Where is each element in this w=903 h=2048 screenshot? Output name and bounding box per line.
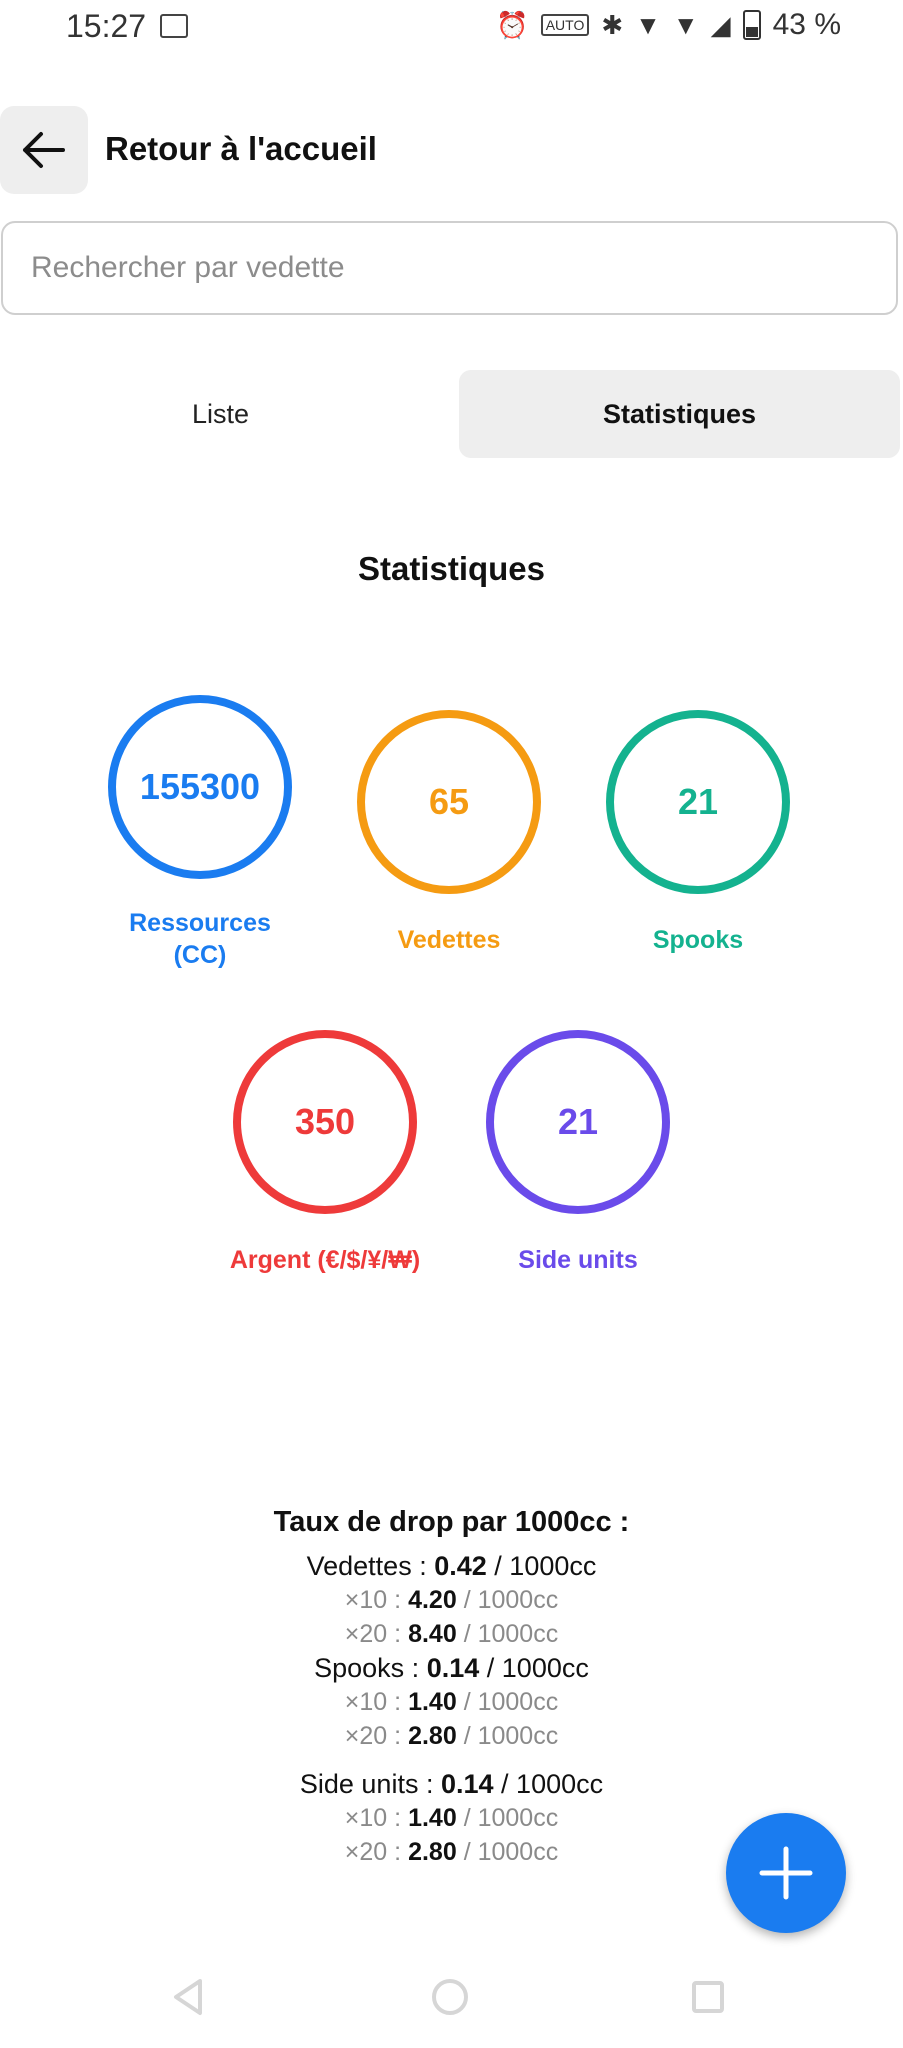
signal-icon: ◢: [710, 9, 731, 40]
bluetooth-icon: ✱: [601, 9, 624, 40]
stat-label-side-units: Side units: [518, 1246, 638, 1274]
nav-back-icon[interactable]: [168, 1975, 208, 2019]
tab-liste[interactable]: Liste: [0, 370, 441, 458]
drop-row-vedettes-x20: ×20 : 8.40 / 1000cc: [344, 1620, 559, 1648]
stat-value-side-units: 21: [557, 1101, 599, 1142]
stat-circle-side-units: 21: [486, 1030, 670, 1214]
drop-row-spooks-x20: ×20 : 2.80 / 1000cc: [344, 1722, 559, 1750]
stats-title: Statistiques: [357, 550, 546, 587]
drop-rate-side-units: 0.14: [440, 1769, 494, 1799]
stat-value-spooks: 21: [677, 781, 719, 822]
stat-value-ressources: 155300: [139, 766, 261, 807]
stat-label-argent: Argent (€/$/¥/₩): [229, 1246, 421, 1274]
header-title[interactable]: Retour à l'accueil: [105, 130, 377, 168]
drop-row-side-units: Side units : 0.14 / 1000cc: [299, 1769, 604, 1799]
stat-circle-argent: 350: [233, 1030, 417, 1214]
stat-value-vedettes: 65: [428, 781, 470, 822]
battery-percent: 43 %: [772, 8, 841, 41]
plus-icon: [759, 1846, 813, 1900]
wifi-6-secondary-icon: ▼: [672, 9, 699, 40]
stat-label-spooks: Spooks: [652, 926, 744, 954]
drop-row-spooks-x10: ×10 : 1.40 / 1000cc: [344, 1688, 559, 1716]
stat-circle-vedettes: 65: [357, 710, 541, 894]
nav-recents-icon[interactable]: [688, 1975, 728, 2019]
search-field[interactable]: [1, 221, 898, 315]
drop-rates-title: Taux de drop par 1000cc :: [273, 1506, 630, 1538]
status-icons: ⏰ AUTO ✱ ▼ ▼ ◢ 43 %: [496, 8, 841, 42]
alarm-icon: ⏰: [496, 9, 529, 40]
battery-icon: [742, 10, 761, 40]
drop-rate-vedettes: 0.42: [434, 1551, 487, 1581]
drop-row-vedettes: Vedettes : 0.42 / 1000cc: [306, 1551, 597, 1581]
stat-circle-ressources: 155300: [108, 695, 292, 879]
arrow-left-icon: [23, 132, 65, 168]
drop-row-vedettes-x10: ×10 : 4.20 / 1000cc: [344, 1586, 559, 1614]
drop-row-spooks: Spooks : 0.14 / 1000cc: [314, 1653, 589, 1683]
status-time: 15:27: [66, 8, 147, 44]
search-input[interactable]: [29, 250, 814, 286]
stat-label-vedettes: Vedettes: [397, 926, 501, 954]
wifi-6-icon: ▼: [635, 9, 661, 40]
tab-statistiques[interactable]: Statistiques: [459, 370, 900, 458]
gallery-notification-icon: [160, 14, 188, 38]
nav-home-icon[interactable]: [428, 1975, 472, 2019]
stat-circle-spooks: 21: [606, 710, 790, 894]
drop-rate-spooks: 0.14: [426, 1653, 480, 1683]
auto-brightness-icon: AUTO: [540, 14, 590, 36]
drop-rates-section: Taux de drop par 1000cc : Vedettes : 0.4…: [0, 1506, 903, 1869]
back-button[interactable]: [0, 106, 88, 194]
stat-label-ressources: Ressources (CC): [129, 909, 271, 969]
add-button[interactable]: [726, 1813, 846, 1933]
stat-value-argent: 350: [294, 1101, 356, 1142]
